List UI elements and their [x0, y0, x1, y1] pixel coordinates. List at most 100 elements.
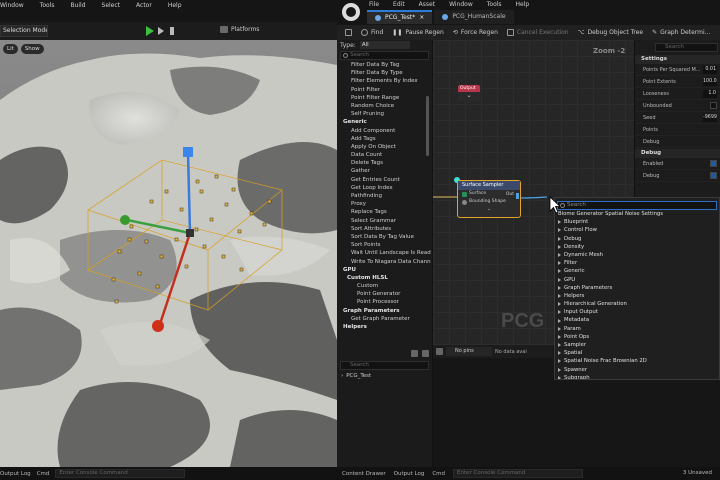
unbounded-checkbox[interactable] [710, 102, 717, 109]
palette-item[interactable]: Sort Points [351, 241, 432, 249]
settings-section[interactable]: Settings [635, 55, 720, 64]
context-menu-item[interactable]: Input Output [558, 308, 663, 316]
cmd-dropdown[interactable]: Cmd [432, 471, 445, 477]
palette-item[interactable]: Get Loop Index [351, 184, 432, 192]
chevron-down-icon[interactable]: ⌄ [487, 206, 491, 214]
menu-window[interactable]: Window [449, 1, 473, 8]
enabled-checkbox[interactable] [710, 160, 717, 167]
palette-search-input[interactable]: Search [340, 51, 429, 60]
content-drawer-button[interactable]: Content Drawer [342, 471, 386, 477]
play-button[interactable] [146, 25, 155, 36]
menu-help[interactable]: Help [516, 1, 530, 8]
menu-actor[interactable]: Actor [136, 2, 152, 9]
context-menu-item[interactable]: Blueprint [558, 218, 663, 226]
palette-item[interactable]: Replace Tags [351, 208, 432, 216]
palette-item[interactable]: Add Tags [351, 135, 432, 143]
context-menu-item[interactable]: Biome Generator Spatial Noise Settings [558, 210, 663, 218]
menu-tools[interactable]: Tools [487, 1, 502, 8]
context-menu-item[interactable]: Helpers [558, 292, 663, 300]
palette-item[interactable]: Delete Tags [351, 159, 432, 167]
context-menu-item[interactable]: Hierarchical Generation [558, 300, 663, 308]
type-dropdown[interactable]: All [359, 41, 410, 49]
menu-tools[interactable]: Tools [40, 2, 55, 9]
prop-value[interactable]: 100.0 [703, 77, 717, 86]
chevron-right-icon[interactable]: › [341, 373, 343, 379]
palette-item[interactable]: Get Graph Parameter [351, 315, 432, 323]
palette-item[interactable]: Point Filter Range [351, 94, 432, 102]
tab-pcg-humanscale[interactable]: PCG_HumanScale [434, 10, 514, 24]
context-menu-item[interactable]: Point Ops [558, 333, 663, 341]
tree-search-input[interactable]: Search [340, 361, 429, 370]
tab-pcg-test[interactable]: PCG_Test* × [367, 10, 433, 24]
platforms-button[interactable]: Platforms [220, 26, 259, 33]
context-search-input[interactable]: Search [557, 201, 717, 210]
step-button[interactable] [158, 25, 167, 36]
palette-item[interactable]: Gather [351, 167, 432, 175]
points-section[interactable]: Points [635, 124, 720, 136]
context-menu-item[interactable]: Debug [558, 235, 663, 243]
palette-item[interactable]: Data Count [351, 151, 432, 159]
tree-item-pcg-test[interactable]: › PCG_Test [337, 373, 432, 379]
level-viewport[interactable]: Lit Show [0, 40, 337, 467]
debug-section[interactable]: Debug [635, 149, 720, 158]
options-button[interactable] [170, 25, 179, 36]
show-button[interactable]: Show [20, 44, 44, 54]
prop-value[interactable]: 0.01 [703, 65, 717, 74]
pin-selector-dropdown[interactable]: No pins [446, 347, 492, 356]
menu-window[interactable]: Window [0, 2, 24, 9]
palette-item[interactable]: Apply On Object [351, 143, 432, 151]
prop-value[interactable]: 1.0 [703, 89, 717, 98]
palette-category[interactable]: Custom HLSL [347, 274, 432, 282]
palette-category[interactable]: GPU [343, 266, 432, 274]
force-regen-button[interactable]: ⟲ Force Regen [453, 29, 498, 36]
palette-category[interactable]: Helpers [343, 323, 432, 331]
palette-item[interactable]: Filter Elements By Index [351, 77, 432, 85]
palette-category[interactable]: Generic [343, 118, 432, 126]
menu-edit[interactable]: Edit [393, 1, 405, 8]
prop-value[interactable]: -96994 [703, 113, 717, 122]
palette-item[interactable]: Get Entries Count [351, 176, 432, 184]
find-button[interactable]: Find [361, 29, 383, 36]
unsaved-indicator[interactable]: 3 Unsaved [683, 470, 712, 476]
context-menu-item[interactable]: Filter [558, 259, 663, 267]
palette-item[interactable]: Write To Niagara Data Chann [351, 258, 432, 266]
debug-checkbox[interactable] [710, 172, 717, 179]
context-menu-item[interactable]: Metadata [558, 316, 663, 324]
graph-determinism-button[interactable]: ✎ Graph Determi... [652, 29, 710, 36]
palette-item[interactable]: Sort Data By Tag Value [351, 233, 432, 241]
debug-object-tree-button[interactable]: ⌥ Debug Object Tree [578, 29, 644, 36]
settings-icon[interactable] [422, 349, 429, 357]
context-menu-item[interactable]: Spatial Noise Frac Brownian 2D [558, 357, 663, 365]
context-menu-item[interactable]: Control Flow [558, 226, 663, 234]
palette-item[interactable]: Sort Attributes [351, 225, 432, 233]
output-log-button[interactable]: Output Log [0, 471, 31, 477]
close-icon[interactable]: × [419, 12, 424, 24]
console-input[interactable]: Enter Console Command [453, 469, 584, 478]
details-search-input[interactable]: Search [655, 43, 718, 52]
context-menu-item[interactable]: Spatial [558, 349, 663, 357]
palette-item[interactable]: Point Filter [351, 86, 432, 94]
palette-item[interactable]: Select Grammar [351, 217, 432, 225]
node-expand-row[interactable]: ⌄ [458, 206, 520, 214]
context-menu-item[interactable]: GPU [558, 276, 663, 284]
palette-item[interactable]: Pathfinding [351, 192, 432, 200]
context-menu-item[interactable]: Density [558, 243, 663, 251]
context-menu-item[interactable]: Graph Parameters [558, 284, 663, 292]
cancel-execution-button[interactable]: Cancel Execution [506, 29, 569, 36]
menu-build[interactable]: Build [70, 2, 85, 9]
cmd-dropdown[interactable]: Cmd [37, 471, 50, 477]
context-menu-item[interactable]: Dynamic Mesh [558, 251, 663, 259]
palette-item[interactable]: Filter Data By Tag [351, 61, 432, 69]
console-input[interactable]: Enter Console Command [55, 469, 186, 478]
palette-scrollbar[interactable] [426, 96, 429, 156]
save-button[interactable] [345, 29, 352, 36]
palette-category[interactable]: Graph Parameters [343, 307, 432, 315]
target-icon[interactable] [411, 349, 418, 357]
menu-file[interactable]: File [369, 1, 379, 8]
lock-icon[interactable] [436, 348, 443, 355]
palette-item[interactable]: Wait Until Landscape Is Read [351, 249, 432, 257]
selection-mode-dropdown[interactable]: Selection Mode [0, 25, 48, 37]
palette-item[interactable]: Point Processor [351, 298, 432, 306]
debug-subsection[interactable]: Debug [635, 136, 720, 148]
output-log-button[interactable]: Output Log [394, 471, 425, 477]
